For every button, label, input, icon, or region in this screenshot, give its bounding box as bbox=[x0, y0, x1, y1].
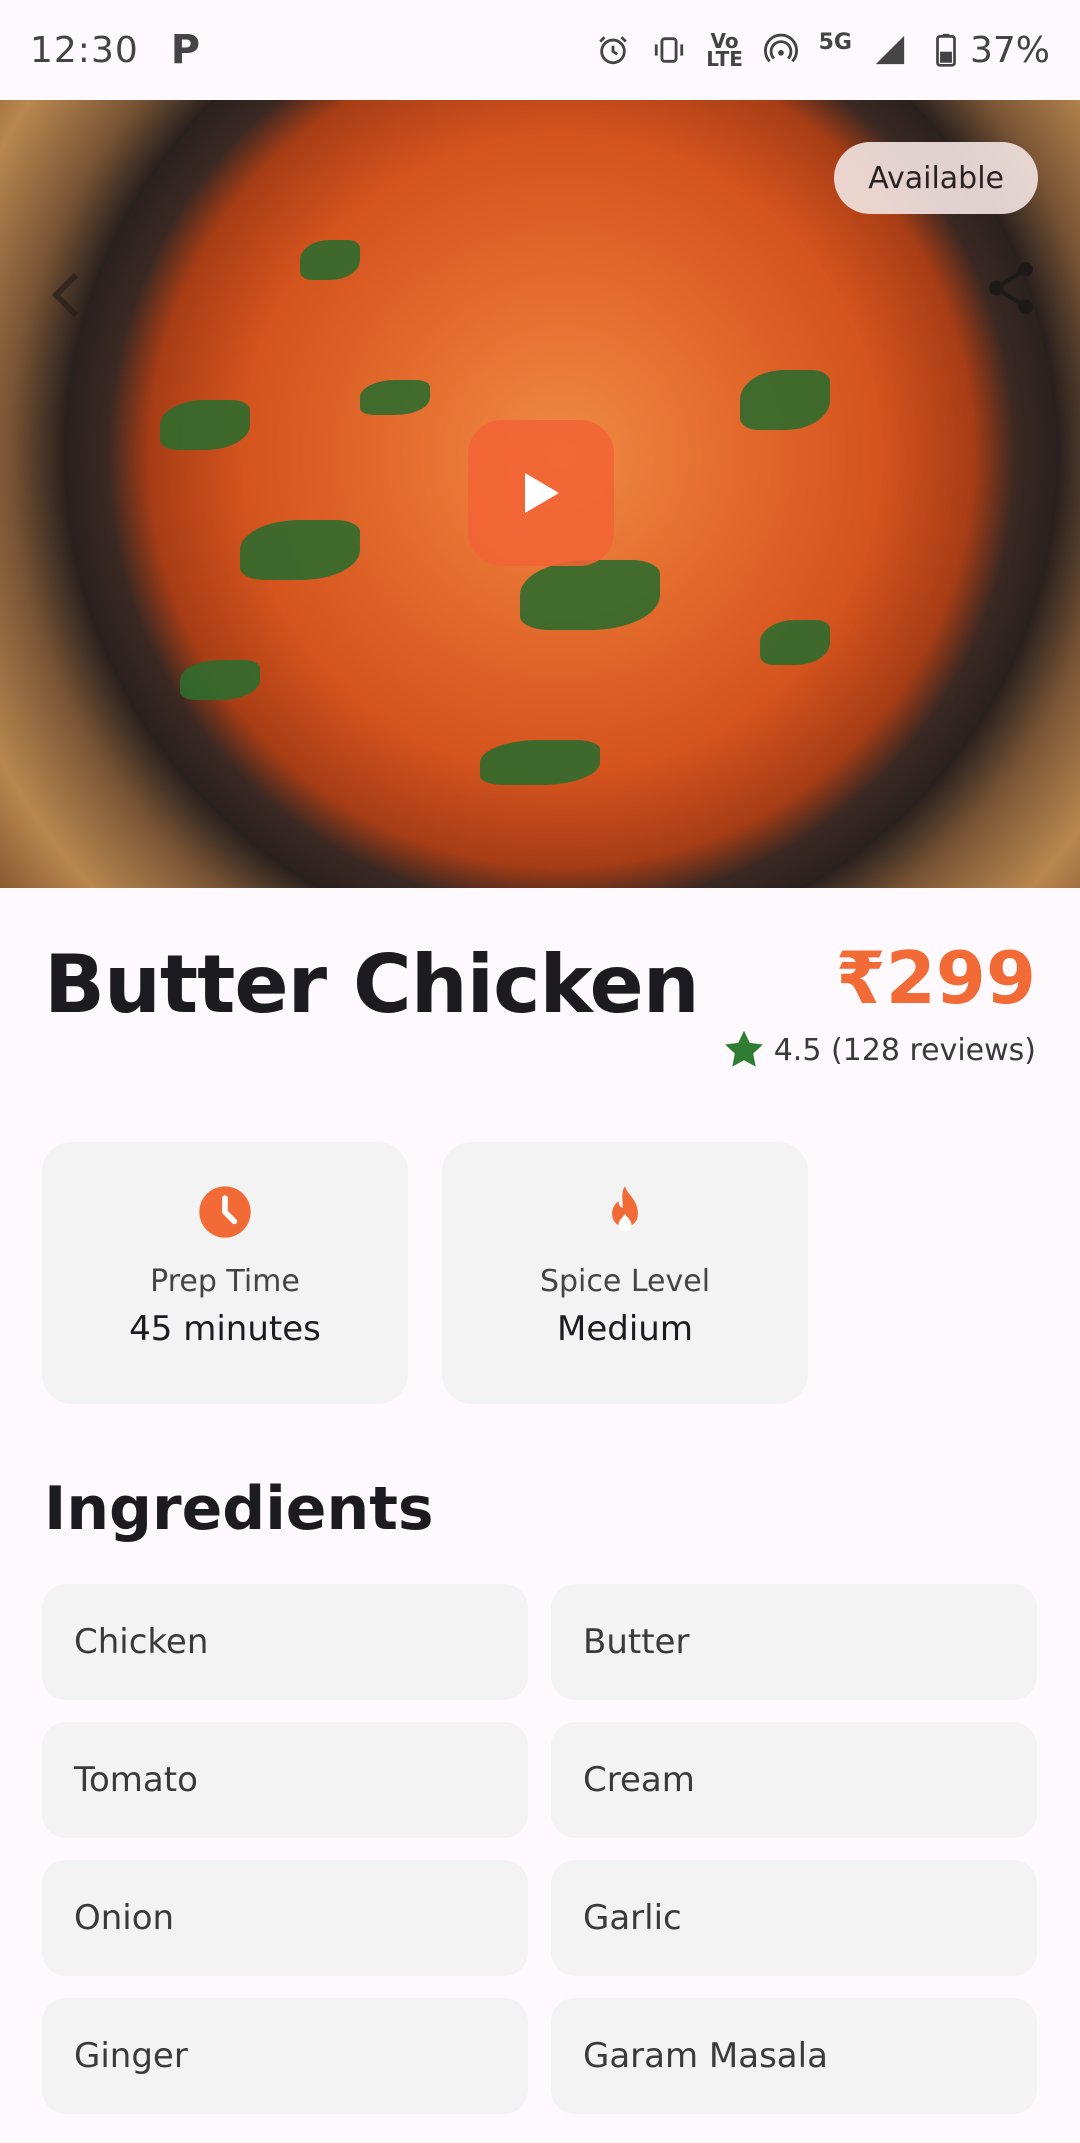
spice-level-card: Spice Level Medium bbox=[442, 1142, 808, 1404]
star-icon bbox=[724, 1030, 763, 1067]
prep-time-label: Prep Time bbox=[150, 1264, 300, 1299]
prep-time-value: 45 minutes bbox=[129, 1309, 321, 1349]
ingredient-chip: Ginger bbox=[42, 1998, 528, 2114]
ingredient-chip: Garam Masala bbox=[551, 1998, 1037, 2114]
rating-text: 4.5 (128 reviews) bbox=[773, 1032, 1036, 1068]
garnish bbox=[520, 560, 660, 630]
dish-price: ₹299 bbox=[835, 936, 1036, 1020]
clock-icon bbox=[197, 1184, 253, 1240]
battery-level: 37% bbox=[969, 29, 1050, 71]
dish-hero-image: Available bbox=[0, 100, 1080, 888]
garnish bbox=[160, 400, 250, 450]
share-icon[interactable] bbox=[986, 260, 1036, 320]
dish-rating: 4.5 (128 reviews) bbox=[722, 1028, 1036, 1072]
alarm-icon bbox=[595, 32, 631, 68]
garnish bbox=[240, 520, 360, 580]
garnish bbox=[480, 740, 600, 785]
ingredient-chip: Butter bbox=[551, 1584, 1037, 1700]
ingredient-chip: Garlic bbox=[551, 1860, 1037, 1976]
dish-title: Butter Chicken bbox=[44, 938, 700, 1031]
ingredient-chip: Chicken bbox=[42, 1584, 528, 1700]
volte-icon: Vo LTE bbox=[706, 29, 743, 71]
play-icon bbox=[525, 473, 559, 513]
spice-level-value: Medium bbox=[557, 1309, 693, 1349]
ingredients-title: Ingredients bbox=[44, 1474, 434, 1544]
status-icons: Vo LTE 5G 37% bbox=[595, 30, 1050, 71]
vibrate-icon bbox=[651, 32, 687, 68]
status-time: 12:30 bbox=[30, 29, 139, 71]
garnish bbox=[760, 620, 830, 665]
network-type: 5G bbox=[818, 29, 852, 55]
signal-icon bbox=[872, 32, 908, 68]
availability-badge: Available bbox=[834, 142, 1038, 214]
hotspot-icon bbox=[763, 32, 799, 68]
ingredient-chip: Tomato bbox=[42, 1722, 528, 1838]
ingredient-chip: Cream bbox=[551, 1722, 1037, 1838]
spice-level-label: Spice Level bbox=[539, 1264, 711, 1299]
garnish bbox=[300, 240, 360, 280]
prep-time-card: Prep Time 45 minutes bbox=[42, 1142, 408, 1404]
parking-app-icon: P bbox=[170, 27, 201, 73]
fire-icon bbox=[597, 1184, 653, 1240]
garnish bbox=[740, 370, 830, 430]
back-icon[interactable] bbox=[48, 270, 84, 324]
ingredient-chip: Onion bbox=[42, 1860, 528, 1976]
status-bar: 12:30 P Vo LTE 5G 37% bbox=[0, 0, 1080, 100]
play-video-button[interactable] bbox=[468, 420, 614, 566]
garnish bbox=[180, 660, 260, 700]
battery-icon bbox=[928, 32, 964, 68]
garnish bbox=[360, 380, 430, 415]
